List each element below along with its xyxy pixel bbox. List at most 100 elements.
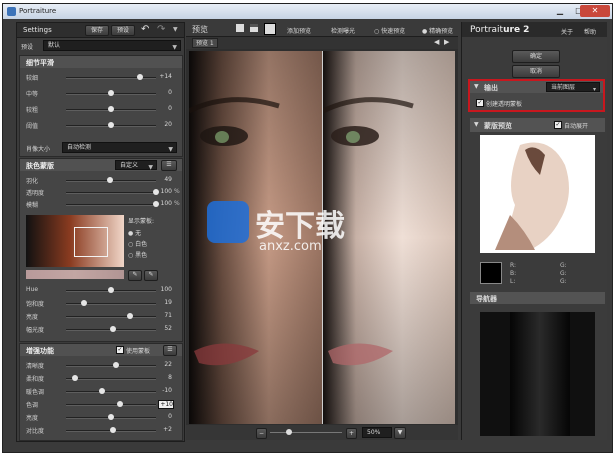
preset-button[interactable]: 预设 — [111, 25, 135, 36]
preview-toolbar: 预览 添加预览 检测曝光 ○ 快速预览 ● 精确预览 — [186, 22, 458, 37]
slider-track[interactable] — [66, 316, 156, 318]
eyedropper-plus-icon[interactable]: ✎ — [144, 270, 158, 281]
save-button[interactable]: 保存 — [85, 25, 109, 36]
radio-black[interactable]: ○ 黑色 — [128, 250, 147, 259]
single-view-icon[interactable] — [236, 24, 244, 32]
chevron-down-icon[interactable]: ▼ — [394, 427, 406, 439]
mask-preview-image[interactable] — [480, 135, 595, 253]
slider-value[interactable]: 49 — [158, 176, 172, 183]
cancel-button[interactable]: 取消 — [512, 65, 560, 78]
help-link[interactable]: 帮助 — [584, 27, 596, 36]
use-mask-checkbox[interactable]: ✓ — [116, 346, 124, 354]
slider-track[interactable] — [66, 404, 156, 406]
slider-value[interactable]: 100 — [158, 188, 172, 195]
split-vertical-icon[interactable] — [264, 23, 276, 35]
navigator-viewport[interactable] — [510, 312, 570, 436]
eyedropper-icon[interactable]: ✎ — [128, 270, 142, 281]
slider-track[interactable] — [66, 303, 156, 305]
skin-color-selection-box[interactable] — [74, 227, 108, 257]
slider-value[interactable]: +10 — [158, 400, 174, 409]
slider-knob[interactable] — [108, 414, 114, 420]
zoom-select[interactable]: 50% — [362, 427, 392, 438]
slider-label: 亮度 — [26, 415, 39, 422]
ok-button[interactable]: 确定 — [512, 50, 560, 63]
slider-value[interactable]: 19 — [158, 299, 172, 306]
slider-value[interactable]: +14 — [158, 73, 172, 80]
slider-value[interactable]: 8 — [158, 374, 172, 381]
slider-value[interactable]: 20 — [158, 121, 172, 128]
enhance-menu-icon[interactable]: ☰ — [163, 345, 177, 356]
slider-label: 对比度 — [26, 428, 45, 435]
mask-menu-icon[interactable]: ☰ — [161, 160, 177, 171]
slider-track[interactable] — [66, 391, 156, 393]
preview-image[interactable]: 安下载 anxz.com — [189, 51, 455, 424]
slider-value[interactable]: 71 — [158, 312, 172, 319]
fast-preview-radio[interactable]: ○ 快速预览 — [374, 26, 405, 35]
slider-knob[interactable] — [136, 74, 143, 80]
slider-track[interactable] — [66, 192, 156, 194]
slider-knob[interactable] — [112, 362, 119, 368]
about-link[interactable]: 关于 — [561, 27, 573, 36]
slider-track[interactable] — [66, 365, 156, 367]
slider-value[interactable]: 0 — [158, 413, 172, 420]
add-preview-button[interactable]: 添加预览 — [287, 26, 311, 35]
slider-track[interactable] — [66, 378, 156, 380]
close-icon[interactable]: ✕ — [580, 5, 610, 17]
slider-knob[interactable] — [108, 106, 114, 112]
tab-preview-1[interactable]: 预览 1 — [192, 38, 218, 48]
slider-row: 羽化 49 — [26, 175, 176, 185]
settings-panel: Settings 保存 预设 ↶ ↷ ▼ 预设 默认 ▼ 细节平滑 较细 +14 中… — [16, 22, 185, 442]
slider-knob[interactable] — [72, 375, 78, 381]
slider-knob[interactable] — [109, 427, 116, 433]
slider-value[interactable]: 100 — [158, 200, 172, 207]
navigator-header[interactable]: 导航器 — [470, 292, 605, 304]
slider-label: 亮度 — [26, 314, 39, 321]
mask-preview-header[interactable]: ▼ 蒙版预览 ✓ 自动展开 — [470, 118, 605, 132]
slider-value[interactable]: 100 — [158, 286, 172, 293]
zoom-slider[interactable] — [270, 432, 342, 433]
check-exposure-button[interactable]: 检测曝光 — [331, 26, 355, 35]
slider-knob[interactable] — [108, 287, 114, 293]
slider-knob[interactable] — [81, 300, 87, 306]
slider-value[interactable]: -10 — [158, 387, 172, 394]
enhancements-header[interactable]: 增强功能 — [20, 344, 182, 356]
slider-value[interactable]: 52 — [158, 325, 172, 332]
auto-expand-checkbox[interactable]: ✓ — [554, 121, 562, 129]
tab-prev-icon[interactable]: ◀ — [434, 38, 439, 46]
radio-none[interactable]: ● 无 — [128, 228, 141, 237]
collapse-icon[interactable]: ▼ — [474, 121, 479, 128]
slider-knob[interactable] — [109, 326, 116, 332]
slider-knob[interactable] — [117, 401, 123, 407]
slider-knob[interactable] — [126, 313, 133, 319]
zoom-slider-knob[interactable] — [286, 429, 292, 435]
slider-track[interactable] — [66, 204, 156, 206]
zoom-out-button[interactable]: − — [256, 428, 267, 439]
slider-value[interactable]: +2 — [158, 426, 172, 433]
undo-icon[interactable]: ↶ — [141, 24, 149, 35]
navigator-thumbnail[interactable] — [480, 312, 595, 436]
redo-icon[interactable]: ↷ — [157, 24, 165, 35]
slider-knob[interactable] — [108, 90, 114, 96]
exact-preview-radio[interactable]: ● 精确预览 — [422, 26, 453, 35]
slider-value[interactable]: 0 — [158, 105, 172, 112]
slider-knob[interactable] — [108, 122, 114, 128]
zoom-in-button[interactable]: + — [346, 428, 357, 439]
skin-color-picker[interactable] — [26, 215, 124, 267]
preset-select[interactable]: 默认 ▼ — [43, 40, 181, 51]
slider-knob[interactable] — [107, 177, 114, 183]
slider-value[interactable]: 0 — [158, 89, 172, 96]
portrait-size-select[interactable]: 自动检测 ▼ — [62, 142, 177, 153]
tab-next-icon[interactable]: ▶ — [444, 38, 449, 46]
skin-mask-header[interactable]: 肤色蒙版 — [20, 159, 182, 171]
detail-smoothing-header[interactable]: 细节平滑 — [20, 56, 182, 68]
redo-menu-icon[interactable]: ▼ — [173, 26, 178, 33]
slider-knob[interactable] — [99, 388, 105, 394]
split-horizontal-icon[interactable] — [250, 24, 258, 32]
preview-area: 预览 添加预览 检测曝光 ○ 快速预览 ● 精确预览 预览 1 ◀ ▶ 安下载 … — [186, 22, 458, 440]
minimize-icon[interactable]: ▁ — [550, 5, 570, 17]
slider-row: 清晰度 22 — [26, 360, 176, 370]
radio-white[interactable]: ○ 白色 — [128, 239, 147, 248]
mask-mode-select[interactable]: 自定义 ▼ — [115, 160, 157, 171]
slider-value[interactable]: 22 — [158, 361, 172, 368]
hue-strip[interactable] — [26, 270, 124, 279]
